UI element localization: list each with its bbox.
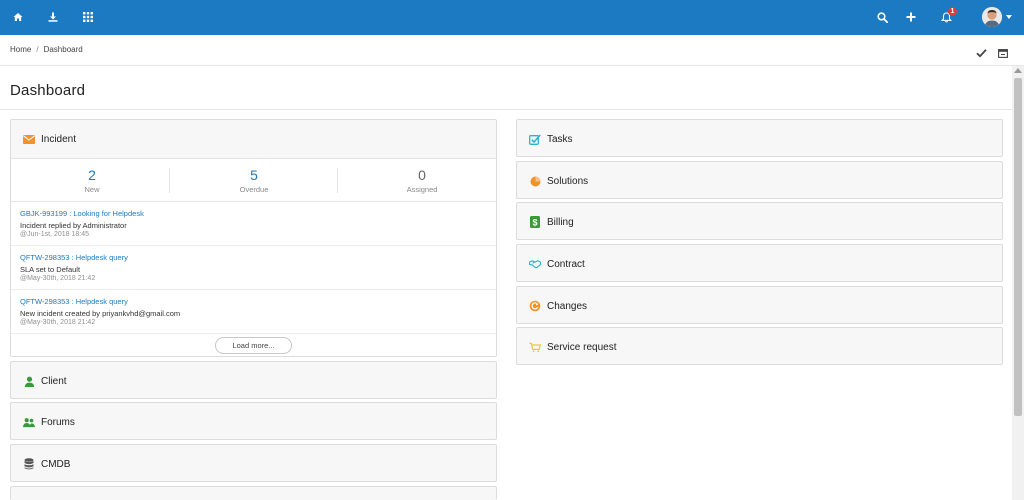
chevron-down-icon[interactable]	[1006, 15, 1012, 19]
apps-grid-icon[interactable]	[80, 9, 96, 25]
incident-panel-header[interactable]: Incident	[11, 120, 496, 158]
changes-panel: Changes	[516, 286, 1003, 324]
user-icon	[23, 375, 35, 387]
billing-panel-title: Billing	[547, 216, 574, 228]
activity-timestamp: @Jun-1st, 2018 18:45	[20, 231, 89, 238]
stat-value: 5	[250, 167, 258, 183]
solutions-panel: Solutions	[516, 161, 1003, 199]
tasks-panel: Tasks	[516, 119, 1003, 157]
scroll-up-arrow[interactable]	[1014, 68, 1022, 73]
incident-link[interactable]: QFTW-298353 : Helpdesk query	[20, 253, 128, 262]
layout-icon[interactable]	[998, 45, 1008, 63]
home-icon[interactable]	[10, 9, 26, 25]
search-icon[interactable]	[874, 9, 890, 25]
dollar-icon: $	[529, 216, 541, 228]
stat-value: 2	[88, 167, 96, 183]
download-icon[interactable]	[45, 9, 61, 25]
breadcrumb: Home / Dashboard	[10, 45, 83, 54]
notification-badge: 1	[948, 7, 957, 16]
client-panel-header[interactable]: Client	[11, 362, 496, 400]
forums-panel-header[interactable]: Forums	[11, 403, 496, 441]
contract-panel: Contract	[516, 244, 1003, 282]
activity-timestamp: @May-30th, 2018 21:42	[20, 275, 96, 282]
cmdb-panel-header[interactable]: CMDB	[11, 445, 496, 483]
activity-description: Incident replied by Administrator	[20, 221, 127, 230]
checkbox-icon	[529, 133, 541, 145]
database-icon	[23, 458, 35, 470]
stat-overdue[interactable]: 5 Overdue	[173, 159, 335, 202]
service-request-panel-header[interactable]: Service request	[517, 328, 1002, 366]
handshake-icon	[529, 258, 541, 270]
load-more-button[interactable]: Load more...	[215, 337, 292, 354]
pie-chart-icon	[529, 175, 541, 187]
cmdb-panel: CMDB	[10, 444, 497, 482]
client-panel-title: Client	[41, 375, 67, 387]
refresh-icon	[529, 300, 541, 312]
activity-description: New incident created by priyankvhd@gmail…	[20, 309, 181, 318]
stat-assigned[interactable]: 0 Assigned	[341, 159, 503, 202]
divider	[337, 168, 338, 193]
divider	[11, 333, 496, 334]
incident-link[interactable]: GBJK-993199 : Looking for Helpdesk	[20, 209, 144, 218]
users-icon	[23, 416, 35, 428]
service-request-panel-title: Service request	[547, 341, 617, 353]
incident-panel-body: 2 New 5 Overdue 0 Assigned GBJK-993199 :…	[11, 158, 496, 356]
forums-panel: Forums	[10, 402, 497, 440]
svg-text:$: $	[532, 218, 537, 228]
changes-panel-title: Changes	[547, 300, 588, 312]
checkmark-icon[interactable]	[976, 45, 987, 63]
list-item: GBJK-993199 : Looking for Helpdesk Incid…	[11, 202, 496, 246]
incident-panel: Incident 2 New 5 Overdue 0 Assigned GBJK…	[10, 119, 497, 357]
stat-value: 0	[418, 167, 426, 183]
stat-label: New	[84, 185, 100, 194]
divider	[0, 109, 1012, 110]
breadcrumb-separator: /	[36, 45, 39, 54]
service-request-panel: Service request	[516, 327, 1003, 365]
stat-label: Assigned	[406, 185, 438, 194]
contract-panel-header[interactable]: Contract	[517, 245, 1002, 283]
activity-description: SLA set to Default	[20, 265, 81, 274]
breadcrumb-home[interactable]: Home	[10, 45, 31, 54]
breadcrumb-current: Dashboard	[43, 45, 83, 54]
contract-panel-title: Contract	[547, 258, 585, 270]
stat-new[interactable]: 2 New	[11, 159, 173, 202]
list-item: QFTW-298353 : Helpdesk query New inciden…	[11, 290, 496, 333]
divider	[169, 168, 170, 193]
tasks-panel-header[interactable]: Tasks	[517, 120, 1002, 158]
envelope-icon	[23, 133, 35, 145]
client-panel: Client	[10, 361, 497, 399]
forums-panel-title: Forums	[41, 416, 75, 428]
incident-link[interactable]: QFTW-298353 : Helpdesk query	[20, 297, 128, 306]
cmdb-panel-title: CMDB	[41, 458, 71, 470]
solutions-panel-title: Solutions	[547, 175, 589, 187]
next-panel	[10, 486, 497, 500]
page-title: Dashboard	[10, 82, 86, 99]
avatar[interactable]	[982, 7, 1002, 27]
incident-panel-title: Incident	[41, 133, 77, 145]
incident-stats: 2 New 5 Overdue 0 Assigned	[11, 159, 496, 202]
plus-icon[interactable]	[903, 9, 919, 25]
billing-panel-header[interactable]: $ Billing	[517, 203, 1002, 241]
stat-label: Overdue	[239, 185, 269, 194]
breadcrumb-bar: Home / Dashboard	[0, 35, 1024, 66]
cart-icon	[529, 341, 541, 353]
tasks-panel-title: Tasks	[547, 133, 573, 145]
changes-panel-header[interactable]: Changes	[517, 287, 1002, 325]
billing-panel: $ Billing	[516, 202, 1003, 240]
scrollbar-thumb[interactable]	[1014, 78, 1022, 416]
top-navbar: 1	[0, 0, 1024, 35]
solutions-panel-header[interactable]: Solutions	[517, 162, 1002, 200]
activity-timestamp: @May-30th, 2018 21:42	[20, 319, 96, 326]
list-item: QFTW-298353 : Helpdesk query SLA set to …	[11, 246, 496, 290]
